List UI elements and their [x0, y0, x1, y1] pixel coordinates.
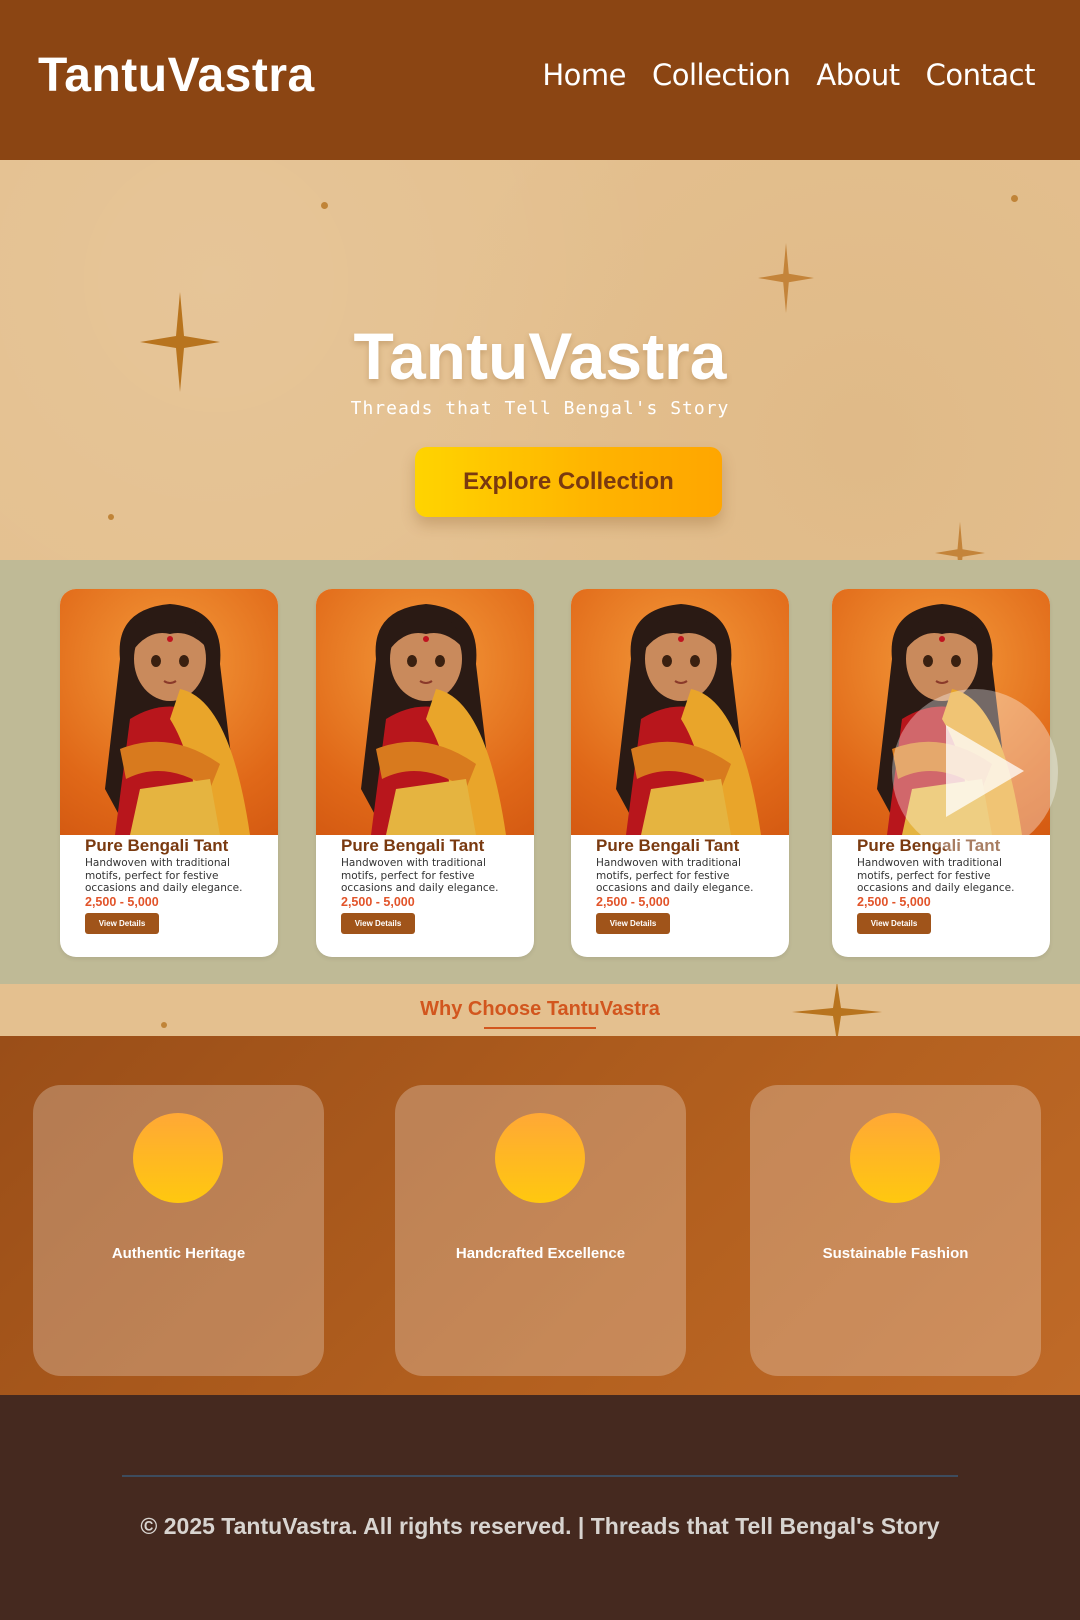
feature-label: Authentic Heritage [111, 1245, 246, 1262]
product-title: Pure Bengali Tant [341, 836, 485, 855]
product-image [571, 589, 789, 835]
play-button[interactable] [892, 689, 1058, 855]
product-title: Pure Bengali Tant [596, 836, 740, 855]
footer-copyright: © 2025 TantuVastra. All rights reserved.… [140, 1513, 940, 1539]
why-choose-title: Why Choose TantuVastra [420, 998, 660, 1020]
saree-figure-illustration [361, 604, 506, 835]
sparkle-icon [935, 521, 985, 560]
explore-collection-button[interactable]: Explore Collection [415, 447, 722, 517]
decor-dot [161, 1022, 167, 1028]
product-price: 2,500 - 5,000 [596, 895, 670, 909]
decor-dot [108, 514, 114, 520]
saree-figure-illustration [616, 604, 761, 835]
play-icon [946, 725, 1024, 817]
nav-contact[interactable]: Contact [926, 58, 1036, 92]
nav-collection[interactable]: Collection [652, 58, 791, 92]
decor-dot [1011, 195, 1018, 202]
product-price: 2,500 - 5,000 [341, 895, 415, 909]
saree-figure-illustration [105, 604, 250, 835]
features-section: Authentic Heritage Handcrafted Excellenc… [0, 1036, 1080, 1395]
view-details-button[interactable]: View Details [596, 913, 670, 934]
hero-title: TantuVastra [353, 319, 727, 393]
site-footer: © 2025 TantuVastra. All rights reserved.… [0, 1395, 1080, 1620]
product-card[interactable]: Pure Bengali Tant Handwoven with traditi… [60, 589, 278, 957]
sparkle-icon [758, 243, 814, 313]
product-price: 2,500 - 5,000 [857, 895, 931, 909]
main-nav: Home Collection About Contact [542, 58, 1035, 92]
product-card[interactable]: Pure Bengali Tant Handwoven with traditi… [571, 589, 789, 957]
view-details-button[interactable]: View Details [85, 913, 159, 934]
feature-label: Sustainable Fashion [822, 1245, 969, 1262]
decor-dot [321, 202, 328, 209]
title-underline [484, 1027, 596, 1029]
hero-tagline: Threads that Tell Bengal's Story [350, 398, 730, 419]
hero-section: TantuVastra Threads that Tell Bengal's S… [0, 160, 1080, 560]
feature-icon [133, 1113, 223, 1203]
site-header: TantuVastra Home Collection About Contac… [0, 0, 1080, 160]
product-image [60, 589, 278, 835]
view-details-button[interactable]: View Details [341, 913, 415, 934]
view-details-button[interactable]: View Details [857, 913, 931, 934]
product-description: Handwoven with traditional motifs, perfe… [596, 857, 754, 894]
nav-about[interactable]: About [816, 58, 900, 92]
product-description: Handwoven with traditional motifs, perfe… [341, 857, 499, 894]
logo[interactable]: TantuVastra [38, 48, 315, 103]
product-description: Handwoven with traditional motifs, perfe… [857, 857, 1015, 894]
why-choose-header: Why Choose TantuVastra [0, 984, 1080, 1036]
product-image [316, 589, 534, 835]
feature-label: Handcrafted Excellence [455, 1245, 626, 1262]
feature-icon [495, 1113, 585, 1203]
footer-divider [122, 1475, 958, 1477]
feature-card: Authentic Heritage [33, 1085, 324, 1376]
product-title: Pure Bengali Tant [85, 836, 229, 855]
product-card[interactable]: Pure Bengali Tant Handwoven with traditi… [316, 589, 534, 957]
feature-icon [850, 1113, 940, 1203]
feature-card: Sustainable Fashion [750, 1085, 1041, 1376]
product-description: Handwoven with traditional motifs, perfe… [85, 857, 243, 894]
product-price: 2,500 - 5,000 [85, 895, 159, 909]
nav-home[interactable]: Home [542, 58, 626, 92]
feature-card: Handcrafted Excellence [395, 1085, 686, 1376]
product-carousel: Pure Bengali Tant Handwoven with traditi… [0, 560, 1080, 984]
